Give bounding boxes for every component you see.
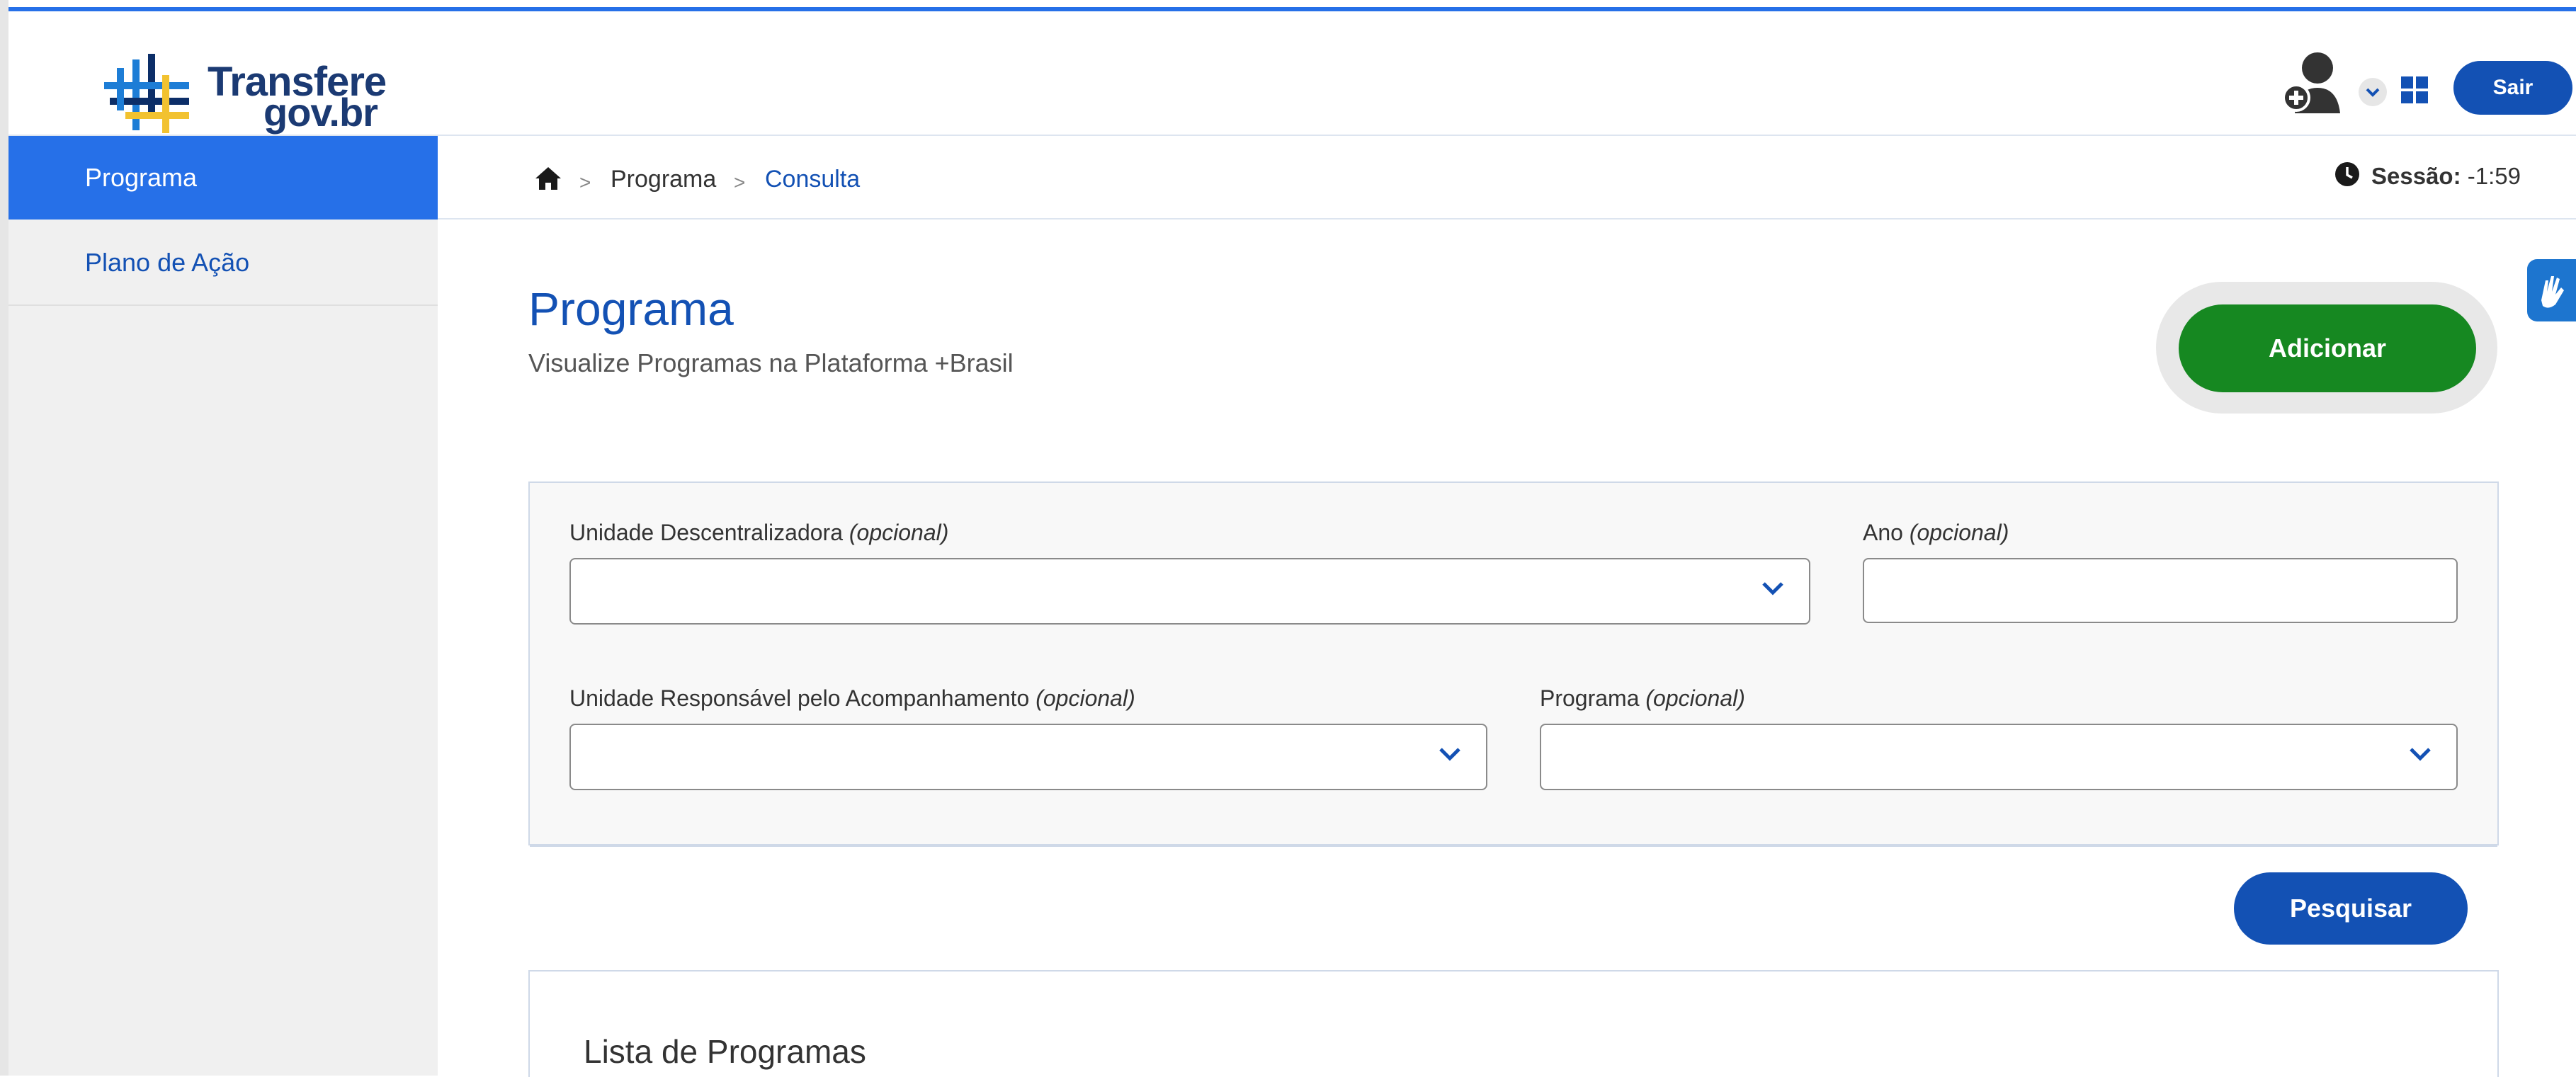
header: Transfere gov.br Sair [8, 11, 2576, 136]
field-label-unidade-descentralizadora: Unidade Descentralizadora (opcional) [569, 520, 948, 546]
session-label: Sessão: [2371, 163, 2461, 189]
left-edge [0, 0, 8, 1076]
chevron-down-icon [1438, 746, 1462, 765]
accessibility-hands-icon[interactable] [2527, 259, 2576, 321]
breadcrumb-item-programa[interactable]: Programa [611, 166, 716, 193]
ano-input[interactable] [1863, 558, 2458, 623]
clock-icon [2334, 161, 2360, 190]
sidebar-item-label: Plano de Ação [85, 248, 250, 277]
breadcrumb-item-consulta: Consulta [765, 166, 861, 193]
label-hint: (opcional) [1035, 685, 1135, 711]
label-text: Unidade Descentralizadora [569, 520, 843, 545]
label-text: Unidade Responsável pelo Acompanhamento [569, 685, 1030, 711]
add-button-focus-ring: Adicionar [2156, 282, 2497, 414]
field-label-ano: Ano (opcional) [1863, 520, 2009, 546]
logo-text-govbr: gov.br [263, 90, 378, 135]
add-button[interactable]: Adicionar [2179, 304, 2476, 392]
page-title: Programa [528, 283, 734, 335]
field-label-unidade-responsavel: Unidade Responsável pelo Acompanhamento … [569, 685, 1135, 712]
label-hint: (opcional) [1909, 520, 2009, 545]
page-subtitle: Visualize Programas na Plataforma +Brasi… [528, 348, 1014, 377]
chevron-down-icon [2408, 746, 2432, 765]
list-title: Lista de Programas [584, 1033, 866, 1070]
chevron-down-icon[interactable] [2359, 78, 2387, 106]
home-icon[interactable] [534, 166, 562, 195]
session-value: -1:59 [2467, 163, 2521, 189]
search-button[interactable]: Pesquisar [2234, 872, 2468, 945]
field-label-programa: Programa (opcional) [1540, 685, 1745, 712]
label-hint: (opcional) [1645, 685, 1745, 711]
filter-panel: Unidade Descentralizadora (opcional) Ano… [528, 481, 2499, 945]
breadcrumb-separator: > [579, 171, 591, 193]
breadcrumb-separator: > [734, 171, 746, 193]
programa-select[interactable] [1540, 724, 2458, 790]
label-hint: (opcional) [849, 520, 949, 545]
user-add-icon[interactable] [2281, 48, 2344, 116]
sidebar-item-plano-de-acao[interactable]: Plano de Ação [8, 221, 438, 306]
chevron-down-icon [1761, 581, 1785, 600]
programs-list: Lista de Programas [528, 970, 2499, 1077]
session-timer: Sessão: -1:59 [2371, 163, 2521, 190]
unidade-descentralizadora-select[interactable] [569, 558, 1810, 625]
breadcrumb: > Programa > Consulta Sessão: -1:59 [438, 136, 2576, 220]
sidebar: Programa Plano de Ação [8, 136, 438, 1076]
panel-divider [530, 845, 2497, 847]
logout-button[interactable]: Sair [2453, 61, 2572, 115]
sidebar-item-programa[interactable]: Programa [8, 136, 438, 220]
logo-mark-icon [104, 54, 189, 133]
unidade-responsavel-select[interactable] [569, 724, 1487, 790]
grid-icon[interactable] [2401, 76, 2428, 103]
sidebar-item-label: Programa [85, 163, 198, 192]
label-text: Ano [1863, 520, 1903, 545]
label-text: Programa [1540, 685, 1640, 711]
logo[interactable]: Transfere gov.br [97, 41, 387, 147]
